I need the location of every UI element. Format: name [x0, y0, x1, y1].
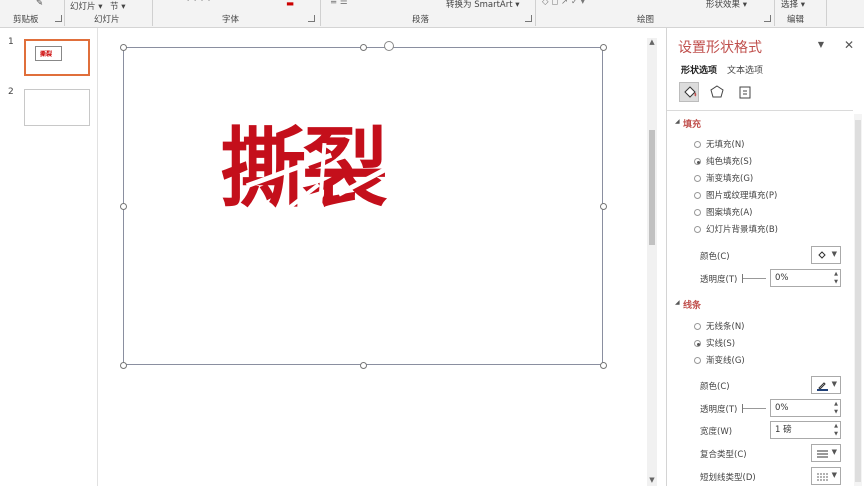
fill-section-header[interactable]: ◢ 填充 [675, 117, 701, 130]
line-width-input[interactable]: 1 磅 ▲ ▼ [770, 421, 841, 439]
ribbon-separator [64, 0, 65, 26]
slide-editor[interactable]: 撕裂 ▲ ▼ [98, 28, 657, 486]
scroll-up-icon[interactable]: ▲ [647, 38, 657, 48]
scroll-down-icon[interactable]: ▼ [647, 476, 657, 486]
resize-handle[interactable] [360, 362, 367, 369]
compound-type-dropdown[interactable]: ▼ [811, 444, 841, 462]
pane-scrollbar[interactable] [854, 114, 862, 486]
dash-type-label: 短划线类型(D) [700, 473, 756, 483]
thumbnail-preview: 撕裂 [35, 46, 62, 61]
radio-pattern-fill[interactable]: 图案填充(A) [694, 206, 752, 218]
radio-solid-line[interactable]: 实线(S) [694, 337, 735, 349]
chevron-down-icon: ▼ [831, 250, 837, 258]
ribbon-separator [152, 0, 153, 26]
convert-smartart-button[interactable]: 转换为 SmartArt ▾ [446, 0, 520, 10]
radio-picture-fill[interactable]: 图片或纹理填充(P) [694, 189, 777, 201]
chevron-down-icon: ▼ [831, 471, 837, 479]
size-properties-icon[interactable] [735, 82, 755, 102]
fill-transparency-label: 透明度(T) [700, 275, 738, 285]
pen-color-icon [817, 380, 828, 391]
drawing-launcher[interactable] [764, 15, 771, 22]
lines-icon [817, 448, 828, 459]
thumbnail-number: 1 [8, 37, 14, 47]
font-launcher[interactable] [308, 15, 315, 22]
radio-slide-background-fill[interactable]: 幻灯片背景填充(B) [694, 223, 778, 235]
fill-transparency-slider[interactable] [742, 274, 766, 283]
tab-text-options[interactable]: 文本选项 [727, 63, 763, 76]
resize-handle[interactable] [600, 203, 607, 210]
group-label-font: 字体 [222, 15, 240, 25]
dash-type-dropdown[interactable]: ▼ [811, 467, 841, 485]
scroll-thumb[interactable] [649, 130, 655, 245]
effects-icon[interactable] [707, 82, 727, 102]
pane-title: 设置形状格式 [678, 40, 762, 56]
pane-scroll-thumb[interactable] [855, 120, 861, 482]
slide-thumbnails-pane: 1 撕裂 2 [0, 28, 98, 486]
line-width-label: 宽度(W) [700, 427, 733, 437]
clipboard-launcher[interactable] [55, 15, 62, 22]
chevron-down-icon: ▼ [831, 380, 837, 388]
ribbon-separator [826, 0, 827, 26]
group-label-clipboard: 剪贴板 [13, 15, 39, 25]
section-button[interactable]: 节 ▾ [110, 0, 125, 12]
chevron-down-icon: ▼ [831, 448, 837, 456]
resize-handle[interactable] [600, 44, 607, 51]
pane-divider [667, 110, 853, 111]
align-buttons[interactable]: ≡ ☰ [330, 0, 347, 7]
line-color-button[interactable]: ▼ [811, 376, 841, 394]
rotate-handle[interactable] [384, 41, 394, 51]
compound-type-label: 复合类型(C) [700, 450, 747, 460]
fill-color-button[interactable]: ▼ [811, 246, 841, 264]
ribbon-separator [535, 0, 536, 26]
group-label-paragraph: 段落 [412, 15, 430, 25]
font-tools[interactable]: ˙ ˙ ˙ ˙ [186, 0, 211, 10]
resize-handle[interactable] [600, 362, 607, 369]
slide-thumbnail-2[interactable] [24, 89, 90, 126]
selected-shape-frame[interactable]: 撕裂 [120, 41, 607, 369]
line-transparency-label: 透明度(T) [700, 405, 738, 415]
radio-no-fill[interactable]: 无填充(N) [694, 138, 745, 150]
select-button[interactable]: 选择 ▾ [781, 0, 805, 10]
line-transparency-slider[interactable] [742, 404, 766, 413]
fill-transparency-input[interactable]: 0% ▲ ▼ [770, 269, 841, 287]
format-shape-pane: 设置形状格式 ▼ ✕ 形状选项 文本选项 ◢ 填充 无填充(N) 纯色填充(S) … [666, 28, 864, 486]
slide-thumbnail-1[interactable]: 撕裂 [24, 39, 90, 76]
radio-gradient-fill[interactable]: 渐变填充(G) [694, 172, 753, 184]
shapes-gallery[interactable]: ◇ ◻ ↗ ✓ ▾ [542, 0, 585, 7]
radio-gradient-line[interactable]: 渐变线(G) [694, 354, 745, 366]
fill-color-label: 颜色(C) [700, 252, 730, 262]
close-icon[interactable]: ✕ [844, 38, 854, 52]
thumbnail-number: 2 [8, 87, 14, 97]
resize-handle[interactable] [120, 203, 127, 210]
font-color-button[interactable]: ▬ [286, 0, 294, 9]
tab-shape-options[interactable]: 形状选项 [681, 63, 717, 76]
group-label-slides: 幻灯片 [94, 15, 120, 25]
line-color-label: 颜色(C) [700, 382, 730, 392]
dash-lines-icon [817, 471, 828, 482]
line-section-header[interactable]: ◢ 线条 [675, 298, 701, 311]
tear-slit [404, 145, 438, 171]
ribbon-separator [320, 0, 321, 26]
resize-handle[interactable] [360, 44, 367, 51]
new-slide-button[interactable]: 幻灯片 ▾ [70, 0, 102, 12]
resize-handle[interactable] [120, 362, 127, 369]
ribbon-separator [774, 0, 775, 26]
resize-handle[interactable] [120, 44, 127, 51]
pane-options-dropdown-icon[interactable]: ▼ [818, 40, 824, 49]
group-label-drawing: 绘图 [637, 15, 655, 25]
fill-line-icon[interactable] [679, 82, 699, 102]
radio-no-line[interactable]: 无线条(N) [694, 320, 745, 332]
editor-scrollbar[interactable]: ▲ ▼ [647, 38, 657, 486]
ribbon: ✎ 剪贴板 幻灯片 ▾ 节 ▾ 幻灯片 ˙ ˙ ˙ ˙ ▬ 字体 ≡ ☰ 转换为… [0, 0, 864, 28]
format-painter-icon[interactable]: ✎ [36, 0, 43, 8]
line-transparency-input[interactable]: 0% ▲ ▼ [770, 399, 841, 417]
paint-bucket-icon [817, 250, 828, 261]
group-label-editing: 编辑 [787, 15, 805, 25]
radio-solid-fill[interactable]: 纯色填充(S) [694, 155, 752, 167]
paragraph-launcher[interactable] [525, 15, 532, 22]
shape-effects-button[interactable]: 形状效果 ▾ [706, 0, 747, 10]
